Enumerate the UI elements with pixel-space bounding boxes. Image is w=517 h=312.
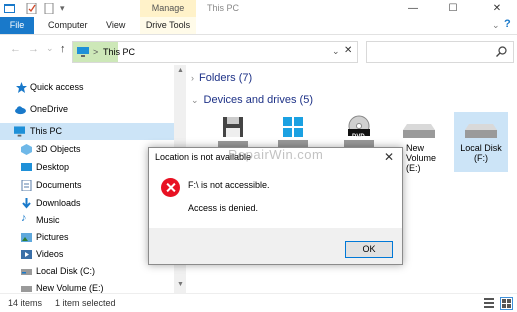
dialog-close-button[interactable]: ✕ — [384, 150, 394, 164]
sidebar-item-label: Videos — [36, 249, 64, 259]
dvd-badge: DVD — [352, 134, 365, 140]
sidebar-item-label: Quick access — [30, 82, 84, 92]
download-icon — [22, 198, 31, 209]
dialog-body: F:\ is not accessible. Access is denied. — [149, 168, 402, 226]
documents-icon — [21, 180, 32, 191]
address-dropdown-icon[interactable]: ⌄ — [332, 46, 340, 57]
chevron-right-icon: › — [191, 73, 194, 83]
ribbon-tabs: File Computer View Drive Tools ⌄ ? — [0, 17, 517, 35]
address-row: ← → ⌄ ↑ > This PC ⌄ ✕ — [0, 35, 517, 65]
sidebar-item-label: Local Disk (C:) — [36, 266, 96, 276]
manage-tab[interactable]: Manage — [140, 0, 196, 17]
properties-icon[interactable] — [26, 3, 37, 14]
sidebar-item-label: Pictures — [36, 232, 69, 242]
dialog-detail: Access is denied. — [188, 203, 259, 213]
selection-count: 1 item selected — [55, 298, 116, 308]
dialog-footer: OK — [149, 228, 402, 264]
large-icons-view-icon[interactable] — [500, 297, 513, 310]
cloud-icon — [15, 106, 26, 115]
dialog-message: F:\ is not accessible. — [188, 180, 270, 190]
address-bar[interactable]: > This PC — [72, 41, 358, 63]
drive-icon — [21, 269, 32, 275]
error-icon — [161, 178, 180, 197]
tab-file[interactable]: File — [0, 17, 34, 34]
sidebar-item-label: Music — [36, 215, 60, 225]
sidebar-item-quick-access[interactable]: Quick access — [0, 79, 174, 96]
breadcrumb-separator[interactable]: > — [93, 42, 98, 62]
breadcrumb[interactable]: This PC — [103, 42, 135, 62]
search-input[interactable] — [366, 41, 514, 63]
sidebar-item-label: This PC — [30, 126, 63, 136]
folders-section-header[interactable]: › Folders (7) — [191, 72, 252, 84]
desktop-icon — [21, 163, 32, 171]
recent-locations-icon[interactable]: ⌄ — [46, 43, 54, 54]
pictures-icon — [21, 233, 32, 242]
search-icon — [496, 46, 507, 57]
up-icon[interactable]: ↑ — [60, 43, 66, 55]
sidebar-item-this-pc[interactable]: This PC — [0, 123, 174, 140]
hard-drive-icon — [465, 124, 497, 138]
clear-address-icon[interactable]: ✕ — [344, 45, 352, 56]
new-folder-icon[interactable] — [44, 3, 55, 14]
details-view-icon[interactable] — [484, 298, 494, 308]
windows-drive-icon — [283, 117, 303, 137]
cube-icon — [21, 144, 32, 155]
sidebar-item-label: Documents — [36, 180, 82, 190]
minimize-button[interactable]: — — [393, 0, 433, 17]
maximize-button[interactable]: ☐ — [433, 0, 473, 17]
explorer-icon — [4, 4, 15, 13]
drive-local-disk-f[interactable]: Local Disk (F:) — [454, 112, 508, 172]
sidebar-item-label: OneDrive — [30, 104, 69, 114]
computer-icon — [77, 47, 89, 57]
tab-view[interactable]: View — [106, 17, 125, 34]
drive-label: Local Disk (F:) — [460, 143, 502, 163]
help-icon[interactable]: ? — [504, 18, 511, 30]
expand-ribbon-icon[interactable]: ⌄ — [492, 20, 500, 31]
status-bar: 14 items 1 item selected — [0, 293, 517, 312]
music-icon: ♪ — [21, 212, 27, 224]
scroll-down-icon[interactable]: ▼ — [177, 281, 184, 288]
watermark: RepairWin.com — [228, 147, 324, 162]
videos-icon — [21, 250, 32, 259]
title-bar: ▾ Manage This PC — ☐ ✕ — [0, 0, 517, 17]
hard-drive-icon — [403, 124, 435, 138]
sidebar-item-local-disk-c[interactable]: Local Disk (C:) — [0, 263, 174, 280]
forward-icon[interactable]: → — [28, 43, 39, 55]
back-icon[interactable]: ← — [10, 43, 21, 55]
close-button[interactable]: ✕ — [477, 0, 517, 17]
customize-qat-icon[interactable]: ▾ — [60, 3, 65, 14]
item-count: 14 items — [8, 298, 43, 308]
sidebar-item-label: Downloads — [36, 198, 81, 208]
section-title: Folders (7) — [199, 72, 253, 84]
ok-button[interactable]: OK — [345, 241, 393, 258]
section-title: Devices and drives (5) — [203, 94, 313, 106]
error-dialog: Location is not available ✕ F:\ is not a… — [148, 147, 403, 265]
window-title: This PC — [207, 3, 240, 13]
tab-drive-tools[interactable]: Drive Tools — [140, 17, 196, 34]
sidebar-item-onedrive[interactable]: OneDrive — [0, 101, 174, 118]
tab-computer[interactable]: Computer — [48, 17, 88, 34]
sidebar-item-label: 3D Objects — [36, 144, 81, 154]
star-icon — [16, 82, 27, 93]
sidebar-item-label: Desktop — [36, 162, 70, 172]
computer-icon — [14, 126, 25, 137]
chevron-down-icon: ⌄ — [191, 95, 199, 105]
scroll-up-icon[interactable]: ▲ — [177, 67, 184, 74]
floppy-drive-icon — [223, 117, 243, 137]
devices-section-header[interactable]: ⌄ Devices and drives (5) — [191, 94, 313, 106]
